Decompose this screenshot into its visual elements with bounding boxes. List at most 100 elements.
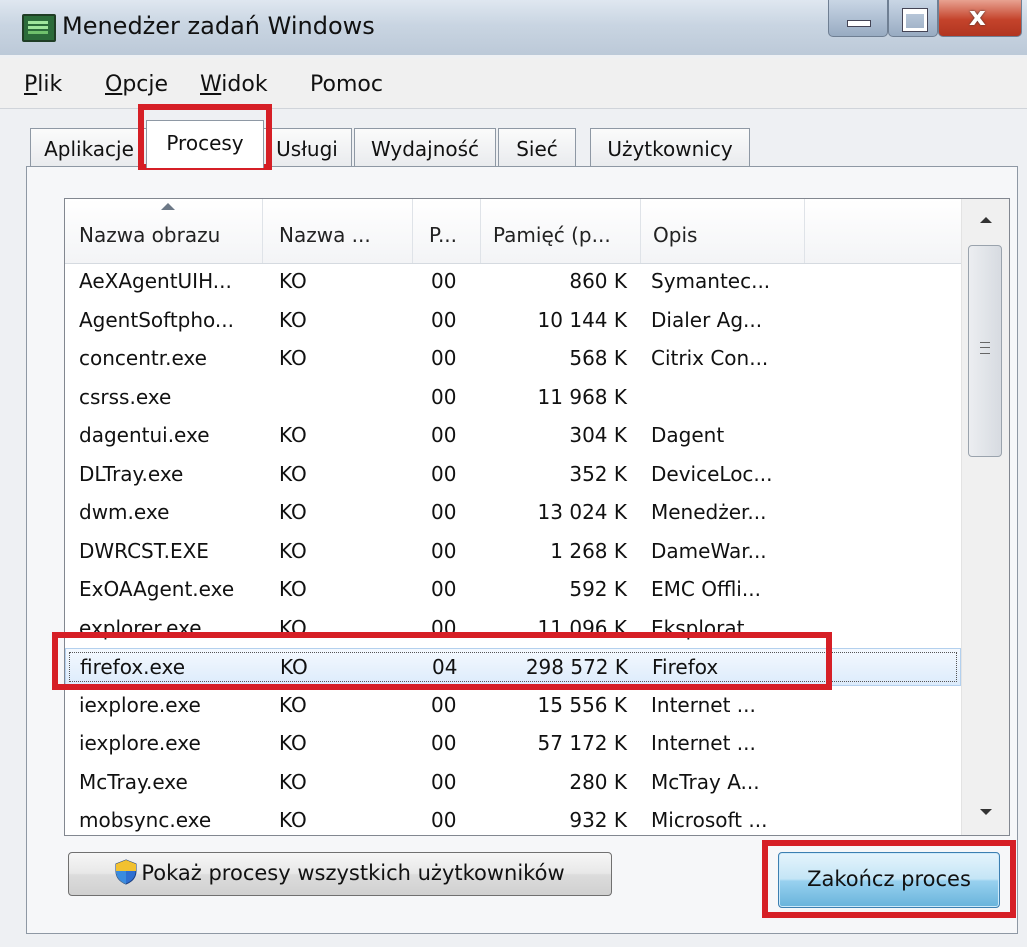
cell-image-name: DWRCST.EXE bbox=[79, 538, 209, 563]
minimize-button[interactable] bbox=[828, 0, 888, 37]
cell-cpu: 00 bbox=[431, 307, 457, 332]
end-process-button[interactable]: Zakończ proces bbox=[778, 852, 1000, 908]
tab-aplikacje[interactable]: Aplikacje bbox=[30, 128, 148, 166]
cell-description: Microsoft ... bbox=[651, 808, 768, 832]
cell-memory: 10 144 K bbox=[537, 307, 627, 332]
cell-cpu: 00 bbox=[431, 615, 457, 640]
cell-user-name: KO bbox=[279, 731, 307, 755]
column-header-cpu[interactable]: P... bbox=[413, 199, 481, 263]
column-header-user-name[interactable]: Nazwa ... bbox=[263, 199, 413, 263]
cell-image-name: iexplore.exe bbox=[79, 731, 201, 755]
cell-memory: 11 968 K bbox=[537, 384, 627, 409]
window-title: Menedżer zadań Windows bbox=[62, 12, 375, 40]
cell-image-name: mobsync.exe bbox=[79, 808, 212, 832]
cell-user-name: KO bbox=[279, 808, 307, 832]
cell-cpu: 04 bbox=[432, 655, 458, 679]
cell-user-name: KO bbox=[279, 269, 307, 293]
cell-image-name: dagentui.exe bbox=[79, 423, 210, 447]
cell-description: Internet ... bbox=[651, 731, 756, 755]
cell-memory: 298 572 K bbox=[525, 655, 628, 679]
cell-cpu: 00 bbox=[431, 731, 457, 755]
cell-description: Symantec... bbox=[651, 269, 771, 293]
menu-plik[interactable]: Plik bbox=[24, 72, 62, 97]
cell-cpu: 00 bbox=[431, 538, 457, 563]
menu-opcje[interactable]: Opcje bbox=[105, 72, 168, 97]
show-all-label: Pokaż procesy wszystkich użytkowników bbox=[141, 861, 565, 885]
cell-cpu: 00 bbox=[431, 269, 457, 293]
cell-description: Internet ... bbox=[651, 692, 756, 717]
cell-memory: 1 268 K bbox=[550, 538, 627, 563]
tab-siec[interactable]: Sieć bbox=[498, 128, 576, 166]
cell-memory: 860 K bbox=[569, 269, 627, 293]
sort-ascending-icon bbox=[161, 203, 175, 210]
column-header-image-name[interactable]: Nazwa obrazu bbox=[65, 199, 263, 263]
table-row-selected[interactable]: firefox.exe KO 04 298 572 K Firefox bbox=[65, 648, 961, 686]
list-header: Nazwa obrazu Nazwa ... P... Pamięć (p...… bbox=[65, 199, 961, 264]
menu-pomoc[interactable]: Pomoc bbox=[310, 72, 383, 97]
cell-memory: 13 024 K bbox=[537, 500, 627, 524]
column-label: Opis bbox=[653, 223, 698, 247]
title-bar[interactable]: Menedżer zadań Windows x bbox=[0, 0, 1027, 55]
table-row[interactable]: AgentSoftpho... KO 00 10 144 K Dialer Ag... bbox=[65, 302, 961, 340]
column-header-empty bbox=[805, 199, 961, 263]
cell-user-name: KO bbox=[279, 423, 307, 447]
column-header-memory[interactable]: Pamięć (p... bbox=[481, 199, 641, 263]
cell-cpu: 00 bbox=[431, 577, 457, 601]
cell-image-name: firefox.exe bbox=[80, 655, 186, 679]
cell-cpu: 00 bbox=[431, 423, 457, 447]
table-row[interactable]: dwm.exe KO 00 13 024 K Menedżer... bbox=[65, 494, 961, 532]
table-row[interactable]: explorer.exe KO 00 11 096 K Eksplorat... bbox=[65, 610, 961, 648]
cell-memory: 352 K bbox=[569, 461, 627, 486]
cell-cpu: 00 bbox=[431, 692, 457, 717]
column-label: Pamięć (p... bbox=[493, 223, 611, 247]
cell-cpu: 00 bbox=[431, 346, 457, 370]
cell-description: Citrix Con... bbox=[651, 346, 769, 370]
table-row[interactable]: dagentui.exe KO 00 304 K Dagent bbox=[65, 417, 961, 455]
table-row[interactable]: iexplore.exe KO 00 15 556 K Internet ... bbox=[65, 687, 961, 725]
table-row[interactable]: concentr.exe KO 00 568 K Citrix Con... bbox=[65, 340, 961, 378]
menu-widok[interactable]: Widok bbox=[200, 72, 268, 97]
maximize-button[interactable] bbox=[888, 0, 938, 37]
vertical-scrollbar[interactable] bbox=[961, 199, 1009, 835]
scroll-up-arrow-icon[interactable] bbox=[962, 199, 1009, 239]
column-header-description[interactable]: Opis bbox=[641, 199, 805, 263]
scroll-thumb[interactable] bbox=[968, 245, 1002, 457]
cell-memory: 280 K bbox=[569, 769, 627, 794]
cell-user-name: KO bbox=[279, 615, 307, 640]
cell-user-name: KO bbox=[279, 500, 307, 524]
scroll-down-arrow-icon[interactable] bbox=[962, 795, 1009, 835]
table-row[interactable]: McTray.exe KO 00 280 K McTray A... bbox=[65, 764, 961, 802]
cell-image-name: AgentSoftpho... bbox=[79, 307, 234, 332]
cell-memory: 57 172 K bbox=[537, 731, 627, 755]
table-row[interactable]: mobsync.exe KO 00 932 K Microsoft ... bbox=[65, 802, 961, 835]
cell-memory: 932 K bbox=[569, 808, 627, 832]
column-label: Nazwa obrazu bbox=[79, 223, 221, 247]
tab-wydajnosc[interactable]: Wydajność bbox=[354, 128, 496, 166]
cell-description: Dialer Ag... bbox=[651, 307, 763, 332]
process-list[interactable]: Nazwa obrazu Nazwa ... P... Pamięć (p...… bbox=[64, 198, 1010, 836]
column-label: P... bbox=[429, 223, 458, 247]
tab-uslugi[interactable]: Usługi bbox=[262, 128, 352, 166]
cell-image-name: concentr.exe bbox=[79, 346, 207, 370]
table-row[interactable]: ExOAAgent.exe KO 00 592 K EMC Offli... bbox=[65, 571, 961, 609]
table-row[interactable]: DWRCST.EXE KO 00 1 268 K DameWar... bbox=[65, 533, 961, 571]
close-button[interactable]: x bbox=[938, 0, 1022, 37]
show-all-users-processes-button[interactable]: Pokaż procesy wszystkich użytkowników bbox=[68, 852, 612, 896]
cell-cpu: 00 bbox=[431, 769, 457, 794]
table-row[interactable]: AeXAgentUIH... KO 00 860 K Symantec... bbox=[65, 263, 961, 301]
table-row[interactable]: csrss.exe 00 11 968 K bbox=[65, 379, 961, 417]
cell-image-name: csrss.exe bbox=[79, 384, 172, 409]
cell-user-name: KO bbox=[279, 538, 307, 563]
tab-uzytkownicy[interactable]: Użytkownicy bbox=[590, 128, 750, 166]
cell-description: DeviceLoc... bbox=[651, 461, 773, 486]
cell-image-name: McTray.exe bbox=[79, 769, 188, 794]
cell-image-name: AeXAgentUIH... bbox=[79, 269, 232, 293]
cell-description: DameWar... bbox=[651, 538, 767, 563]
tab-procesy[interactable]: Procesy bbox=[146, 120, 264, 168]
cell-description: Dagent bbox=[651, 423, 725, 447]
close-icon: x bbox=[969, 2, 986, 32]
table-row[interactable]: DLTray.exe KO 00 352 K DeviceLoc... bbox=[65, 456, 961, 494]
cell-image-name: dwm.exe bbox=[79, 500, 170, 524]
cell-user-name: KO bbox=[279, 461, 307, 486]
table-row[interactable]: iexplore.exe KO 00 57 172 K Internet ... bbox=[65, 725, 961, 763]
